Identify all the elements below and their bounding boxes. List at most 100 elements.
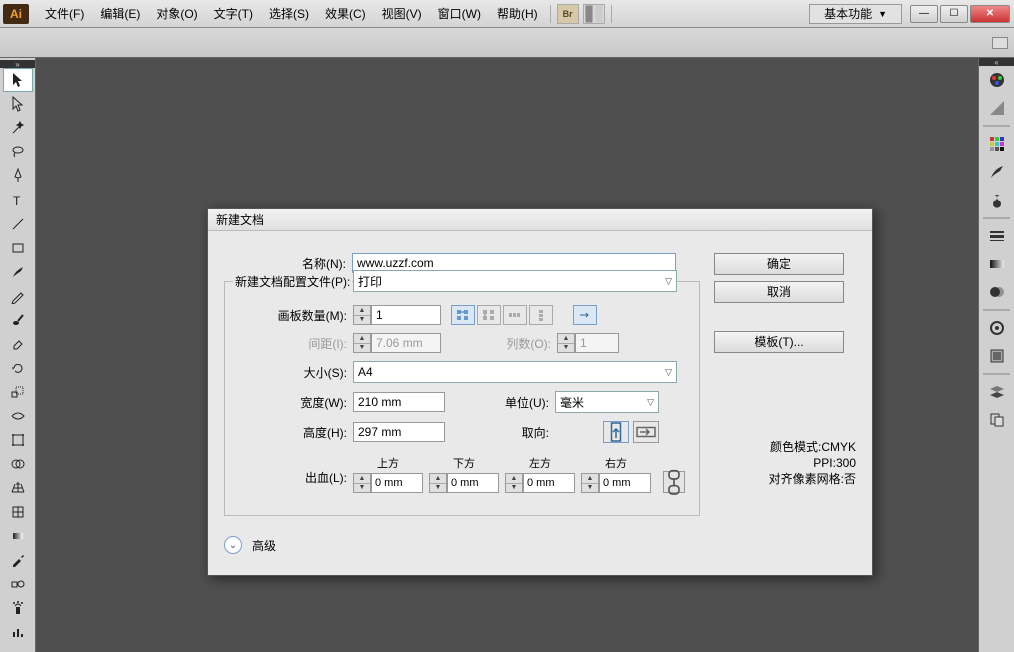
titlebar: Ai 文件(F) 编辑(E) 对象(O) 文字(T) 选择(S) 效果(C) 视… [0, 0, 1014, 28]
width-tool[interactable] [3, 404, 33, 428]
bleed-bottom-spinner[interactable]: ▲▼ [429, 473, 447, 493]
chevron-down-icon: ▽ [665, 276, 672, 287]
transparency-panel-icon[interactable] [982, 279, 1012, 305]
shape-builder-tool[interactable] [3, 452, 33, 476]
arrange-docs-button[interactable] [583, 4, 605, 24]
spacing-label: 间距(I): [225, 335, 347, 352]
menu-type[interactable]: 文字(T) [206, 1, 261, 26]
blob-brush-tool[interactable] [3, 308, 33, 332]
ok-button[interactable]: 确定 [714, 253, 844, 275]
main-area: » T 新建文档 名 [0, 58, 1014, 652]
blend-tool[interactable] [3, 572, 33, 596]
menu-window[interactable]: 窗口(W) [430, 1, 489, 26]
control-strip [0, 28, 1014, 58]
color-panel-icon[interactable] [982, 67, 1012, 93]
menu-effect[interactable]: 效果(C) [317, 1, 374, 26]
pencil-tool[interactable] [3, 284, 33, 308]
bleed-right-spinner[interactable]: ▲▼ [581, 473, 599, 493]
artboards-spinner[interactable]: ▲▼ [353, 305, 371, 325]
menu-edit[interactable]: 编辑(E) [92, 1, 148, 26]
rotate-tool[interactable] [3, 356, 33, 380]
perspective-grid-tool[interactable] [3, 476, 33, 500]
selection-tool[interactable] [3, 68, 33, 92]
bridge-button[interactable]: Br [557, 4, 579, 24]
cancel-button[interactable]: 取消 [714, 281, 844, 303]
height-label: 高度(H): [225, 424, 347, 441]
rectangle-tool[interactable] [3, 236, 33, 260]
close-button[interactable]: ✕ [970, 5, 1010, 23]
menubar: 文件(F) 编辑(E) 对象(O) 文字(T) 选择(S) 效果(C) 视图(V… [37, 1, 546, 26]
lasso-tool[interactable] [3, 140, 33, 164]
info-color-mode: 颜色模式:CMYK [714, 439, 856, 455]
bleed-right-input[interactable]: 0 mm [599, 473, 651, 493]
arrange-col-button[interactable] [529, 305, 553, 325]
units-select[interactable]: 毫米 ▽ [555, 391, 659, 413]
panel-collapse-handle[interactable]: » [0, 60, 35, 68]
size-select[interactable]: A4 ▽ [353, 361, 677, 383]
menu-help[interactable]: 帮助(H) [489, 1, 546, 26]
direction-ltr-button[interactable] [573, 305, 597, 325]
bleed-bottom-input[interactable]: 0 mm [447, 473, 499, 493]
separator [550, 5, 551, 23]
mesh-tool[interactable] [3, 500, 33, 524]
orientation-portrait-button[interactable] [603, 421, 629, 443]
panel-collapse-handle[interactable]: « [979, 58, 1014, 66]
bleed-left-input[interactable]: 0 mm [523, 473, 575, 493]
profile-select[interactable]: 打印 ▽ [353, 270, 677, 292]
grid-by-col-button[interactable] [477, 305, 501, 325]
gradient-panel-icon[interactable] [982, 251, 1012, 277]
name-label: 名称(N): [224, 255, 346, 272]
artboards-panel-icon[interactable] [982, 407, 1012, 433]
width-input[interactable]: 210 mm [353, 392, 445, 412]
orientation-landscape-button[interactable] [633, 421, 659, 443]
workspace-switcher[interactable]: 基本功能 ▼ [809, 4, 902, 24]
artboards-label: 画板数量(M): [225, 307, 347, 324]
chevron-down-icon: ▼ [878, 9, 887, 19]
scale-tool[interactable] [3, 380, 33, 404]
column-graph-tool[interactable] [3, 620, 33, 644]
app-logo: Ai [3, 4, 29, 24]
chevron-down-icon: ▽ [647, 397, 654, 408]
link-bleed-button[interactable] [663, 471, 685, 493]
arrange-row-button[interactable] [503, 305, 527, 325]
symbols-panel-icon[interactable] [982, 187, 1012, 213]
templates-button[interactable]: 模板(T)... [714, 331, 844, 353]
eyedropper-tool[interactable] [3, 548, 33, 572]
advanced-toggle[interactable]: ⌄ [224, 536, 242, 554]
units-value: 毫米 [560, 394, 584, 411]
layers-panel-icon[interactable] [982, 379, 1012, 405]
magic-wand-tool[interactable] [3, 116, 33, 140]
paintbrush-tool[interactable] [3, 260, 33, 284]
menu-select[interactable]: 选择(S) [261, 1, 317, 26]
minimize-button[interactable]: — [910, 5, 938, 23]
pen-tool[interactable] [3, 164, 33, 188]
panel-menu-icon[interactable] [992, 37, 1008, 49]
info-align: 对齐像素网格:否 [714, 471, 856, 487]
height-input[interactable]: 297 mm [353, 422, 445, 442]
maximize-button[interactable]: ☐ [940, 5, 968, 23]
artboards-input[interactable]: 1 [371, 305, 441, 325]
color-guide-panel-icon[interactable] [982, 95, 1012, 121]
bleed-left-spinner[interactable]: ▲▼ [505, 473, 523, 493]
type-tool[interactable]: T [3, 188, 33, 212]
swatches-panel-icon[interactable] [982, 131, 1012, 157]
gradient-tool[interactable] [3, 524, 33, 548]
brushes-panel-icon[interactable] [982, 159, 1012, 185]
menu-file[interactable]: 文件(F) [37, 1, 92, 26]
menu-view[interactable]: 视图(V) [374, 1, 430, 26]
bleed-top-input[interactable]: 0 mm [371, 473, 423, 493]
workspace-label: 基本功能 [824, 5, 872, 22]
bleed-top-spinner[interactable]: ▲▼ [353, 473, 371, 493]
line-tool[interactable] [3, 212, 33, 236]
symbol-sprayer-tool[interactable] [3, 596, 33, 620]
appearance-panel-icon[interactable] [982, 315, 1012, 341]
right-panels: « [978, 58, 1014, 652]
menu-object[interactable]: 对象(O) [148, 1, 205, 26]
graphic-styles-panel-icon[interactable] [982, 343, 1012, 369]
stroke-panel-icon[interactable] [982, 223, 1012, 249]
info-ppi: PPI:300 [714, 455, 856, 471]
grid-by-row-button[interactable] [451, 305, 475, 325]
free-transform-tool[interactable] [3, 428, 33, 452]
direct-selection-tool[interactable] [3, 92, 33, 116]
eraser-tool[interactable] [3, 332, 33, 356]
